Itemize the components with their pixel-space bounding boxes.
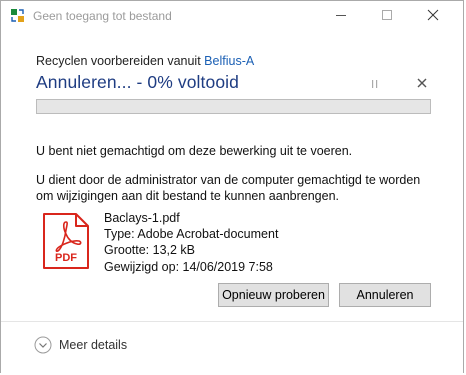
window-title: Geen toegang tot bestand [33, 9, 172, 23]
source-location-link[interactable]: Belfius-A [204, 54, 254, 68]
maximize-icon [382, 10, 392, 20]
progress-bar [36, 99, 431, 114]
file-operation-icon [11, 9, 25, 23]
close-icon [427, 9, 439, 21]
cancel-operation-button[interactable] [415, 76, 429, 90]
file-size: Grootte: 13,2 kB [104, 243, 196, 258]
minimize-button[interactable] [331, 5, 351, 25]
pause-icon [372, 80, 378, 88]
file-name: Baclays-1.pdf [104, 211, 180, 225]
cancel-button[interactable]: Annuleren [339, 283, 431, 307]
retry-button[interactable]: Opnieuw proberen [218, 283, 329, 307]
operation-description: Recyclen voorbereiden vanuit Belfius-A [36, 54, 254, 68]
instruction-message: U dient door de administrator van de com… [36, 173, 421, 203]
more-details-label: Meer details [59, 338, 128, 352]
close-icon [417, 78, 427, 88]
file-info: Baclays-1.pdf Type: Adobe Acrobat-docume… [104, 210, 278, 275]
progress-heading: Annuleren... - 0% voltooid [36, 72, 239, 92]
file-modified: Gewijzigd op: 14/06/2019 7:58 [104, 259, 273, 274]
pause-button[interactable] [368, 77, 382, 89]
file-type: Type: Adobe Acrobat-document [104, 227, 279, 242]
close-button[interactable] [423, 5, 443, 25]
pdf-file-icon: PDF [41, 212, 91, 270]
operation-prefix: Recyclen voorbereiden vanuit [36, 54, 201, 68]
title-bar[interactable]: Geen toegang tot bestand [1, 1, 463, 31]
maximize-button[interactable] [377, 5, 397, 25]
minimize-icon [336, 15, 346, 16]
more-details-toggle[interactable]: Meer details [34, 336, 127, 354]
pdf-icon-label: PDF [55, 252, 77, 264]
chevron-down-icon [34, 336, 52, 354]
footer: Meer details [1, 321, 463, 375]
error-message: U bent niet gemachtigd om deze bewerking… [36, 144, 353, 158]
dialog-window: Geen toegang tot bestand Recyclen voorbe… [0, 0, 464, 375]
